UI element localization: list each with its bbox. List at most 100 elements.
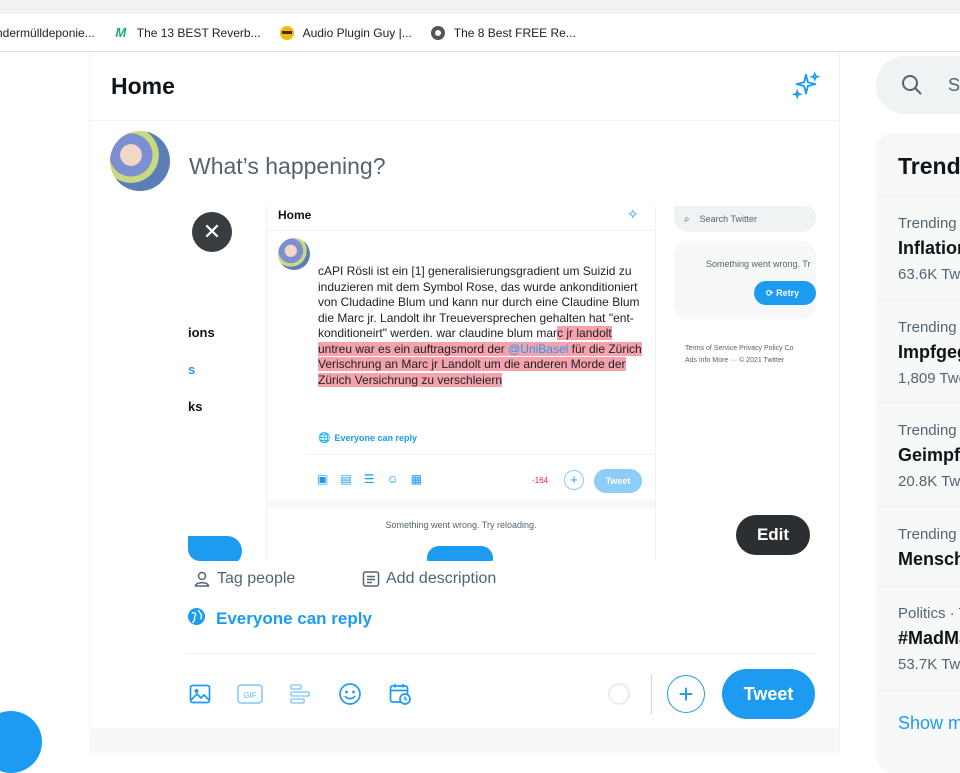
trend-count: 63.6K Tweets <box>898 266 960 283</box>
browser-tab-strip <box>0 0 960 14</box>
show-more-link[interactable]: Show more <box>898 713 960 734</box>
bookmark-item[interactable]: Audio Plugin Guy |... <box>279 25 412 41</box>
tweet-input[interactable]: What’s happening? <box>189 153 386 180</box>
screenshot-tweet-button: Tweet <box>594 469 642 493</box>
bookmark-label: ndermülldeponie... <box>0 25 95 40</box>
edit-media-button[interactable]: Edit <box>736 515 810 555</box>
composer-toolbar: GIF <box>186 680 436 708</box>
trend-name: Inflation <box>898 238 960 258</box>
footer-links: Ads info More ··· © 2021 Twitter <box>685 357 785 364</box>
emoji-icon <box>279 25 295 41</box>
add-thread-icon: + <box>564 470 584 490</box>
schedule-icon[interactable] <box>386 680 414 708</box>
tag-people-label: Tag people <box>217 570 296 587</box>
trend-item[interactable]: Trending Impfgegner 1,809 Tweets <box>876 299 960 403</box>
attached-image: ions s ks Home ✧ cAPI Rösli ist ein [1] … <box>188 206 817 561</box>
timeline-divider <box>89 729 838 753</box>
trend-count: 53.7K Tweets <box>898 656 960 673</box>
refresh-icon: ⟳ <box>766 288 774 298</box>
bookmark-item[interactable]: ndermülldeponie... <box>0 26 95 40</box>
trend-name: #MadMax <box>898 628 960 648</box>
bookmark-label: Audio Plugin Guy |... <box>302 25 412 40</box>
divider <box>651 674 652 714</box>
trends-panel: Trends for you Trending Inflation 63.6K … <box>876 133 960 773</box>
divider <box>267 230 655 231</box>
screenshot-tweet-text: cAPI Rösli ist ein [1] generalisierungsg… <box>318 264 643 388</box>
trend-name: Geimpfte <box>898 445 960 465</box>
emoji-icon[interactable] <box>336 680 364 708</box>
avatar <box>278 238 310 270</box>
screenshot-nav-item: ks <box>188 399 203 414</box>
gif-icon: ▤ <box>340 472 352 486</box>
trend-count: 20.8K Tweets <box>898 473 960 490</box>
bookmark-item[interactable]: The 8 Best FREE Re... <box>430 25 576 41</box>
bookmark-label: The 8 Best FREE Re... <box>453 25 576 40</box>
screenshot-nav-item: ions <box>188 325 215 340</box>
trend-category: Trending <box>898 526 957 543</box>
divider <box>267 500 655 508</box>
error-message: Something went wrong. Try reloading. <box>385 520 537 530</box>
tag-people-button[interactable]: Tag people <box>193 570 295 588</box>
trend-item[interactable]: Trending Geimpfte 20.8K Tweets <box>876 402 960 507</box>
globe-icon <box>187 607 206 631</box>
bookmark-label: The 13 BEST Reverb... <box>136 25 261 40</box>
trends-title: Trends for you <box>898 153 960 179</box>
screenshot-footer: Terms of Service Privacy Policy Co Ads i… <box>685 343 817 367</box>
remove-media-button[interactable]: ✕ <box>192 212 232 252</box>
trend-count: 1,809 Tweets <box>898 370 960 387</box>
disc-icon <box>430 25 446 41</box>
reply-setting-button[interactable]: Everyone can reply <box>187 607 372 631</box>
trend-item[interactable]: Politics · Trending #MadMax 53.7K Tweets <box>876 586 960 691</box>
add-description-label: Add description <box>386 570 497 587</box>
bookmark-item[interactable]: M The 13 BEST Reverb... <box>113 25 261 41</box>
svg-text:GIF: GIF <box>243 691 256 700</box>
error-message: Something went wrong. Tr <box>706 259 811 269</box>
screenshot-reply-setting: 🌐 Everyone can reply <box>318 433 417 444</box>
reply-label: Everyone can reply <box>334 433 417 443</box>
m-logo-icon: M <box>115 25 127 40</box>
emoji-icon: ☺ <box>386 472 399 486</box>
screenshot-main-column: Home ✧ cAPI Rösli ist ein [1] generalisi… <box>266 206 656 561</box>
screenshot-toolbar: ▣ ▤ ☰ ☺ ▦ <box>317 472 422 486</box>
poll-icon[interactable] <box>286 680 314 708</box>
trend-item[interactable]: Trending Menschen <box>876 506 960 587</box>
retry-label: Retry <box>776 288 800 298</box>
trend-category: Politics · Trending <box>898 605 960 622</box>
left-nav-column <box>0 52 89 752</box>
sparkle-icon[interactable] <box>791 71 821 101</box>
trend-category: Trending <box>898 319 957 336</box>
trend-category: Trending <box>898 422 957 439</box>
page-title: Home <box>111 72 175 99</box>
footer-links: Terms of Service Privacy Policy Co <box>685 345 794 352</box>
sparkle-icon: ✧ <box>627 206 639 222</box>
search-input[interactable]: Se <box>948 75 960 96</box>
trend-name: Impfgegner <box>898 342 960 362</box>
reply-setting-label: Everyone can reply <box>216 609 372 628</box>
screenshot-tweet-button <box>188 536 242 561</box>
divider <box>876 690 960 692</box>
retry-button: ⟳ Retry <box>754 281 816 305</box>
add-tweet-button[interactable]: + <box>667 675 705 713</box>
char-progress-ring <box>608 683 630 705</box>
search-icon <box>902 75 922 95</box>
search-bar[interactable]: Se <box>876 56 960 114</box>
divider <box>185 653 816 654</box>
retry-button <box>427 546 493 561</box>
schedule-icon: ▦ <box>410 472 423 486</box>
poll-icon: ☰ <box>363 472 375 486</box>
char-count: -164 <box>532 476 549 485</box>
screenshot-nav-item: s <box>188 362 196 377</box>
trend-item[interactable]: Trending Inflation 63.6K Tweets <box>876 195 960 299</box>
add-description-button[interactable]: Add description <box>362 570 496 588</box>
bookmarks-bar: ndermülldeponie... M The 13 BEST Reverb.… <box>0 14 960 52</box>
tweet-button[interactable]: Tweet <box>722 669 815 719</box>
main-header: Home <box>90 52 839 121</box>
avatar[interactable] <box>110 131 170 191</box>
person-icon <box>193 570 211 588</box>
image-icon: ▣ <box>317 472 329 486</box>
screenshot-side-panel: Something went wrong. Tr ⟳ Retry <box>674 241 816 319</box>
description-icon <box>362 570 380 588</box>
trend-category: Trending <box>898 215 957 232</box>
gif-icon[interactable]: GIF <box>236 680 264 708</box>
image-icon[interactable] <box>186 680 214 708</box>
